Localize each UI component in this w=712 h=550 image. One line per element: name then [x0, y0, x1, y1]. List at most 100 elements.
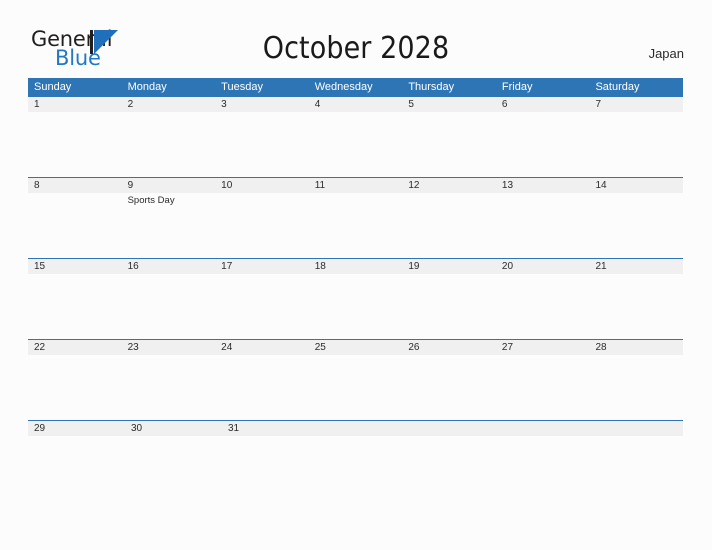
calendar-grid: Sunday Monday Tuesday Wednesday Thursday… — [28, 78, 683, 501]
day-events[interactable] — [496, 193, 590, 258]
day-cell[interactable]: 27 — [496, 340, 590, 355]
day-number: 12 — [408, 180, 420, 191]
day-events[interactable] — [215, 112, 309, 177]
day-cell[interactable]: 9 — [122, 178, 216, 193]
day-cell[interactable]: 4 — [309, 97, 403, 112]
calendar-page: General Blue October 2028 Japan Sunday M… — [0, 0, 712, 550]
day-number: 20 — [501, 261, 514, 272]
day-events[interactable] — [309, 274, 403, 339]
day-number: 2 — [127, 99, 134, 110]
weekday-saturday: Saturday — [595, 81, 640, 93]
week-event-band — [28, 112, 683, 177]
day-number: 17 — [221, 261, 233, 272]
week-date-band: 1 2 3 4 5 6 7 — [28, 97, 683, 112]
day-events[interactable] — [28, 436, 122, 501]
day-cell[interactable]: 13 — [496, 178, 590, 193]
day-events[interactable] — [589, 112, 683, 177]
weekday-friday: Friday — [501, 81, 533, 93]
day-events[interactable] — [589, 355, 683, 420]
day-cell[interactable]: 1 — [28, 97, 122, 112]
day-events[interactable] — [122, 112, 216, 177]
event-label: Sports Day — [127, 195, 175, 206]
day-cell[interactable]: 19 — [402, 259, 496, 274]
day-cell[interactable]: 5 — [402, 97, 496, 112]
day-cell[interactable]: 18 — [309, 259, 403, 274]
day-events[interactable] — [215, 193, 309, 258]
day-cell[interactable]: 7 — [589, 97, 683, 112]
day-events[interactable] — [402, 355, 496, 420]
day-events[interactable] — [496, 355, 590, 420]
day-cell[interactable]: 3 — [215, 97, 309, 112]
day-number: 29 — [34, 423, 46, 434]
day-cell[interactable]: 16 — [122, 259, 216, 274]
day-number: 6 — [501, 99, 508, 110]
week-date-band: 22 23 24 25 26 27 28 — [28, 340, 683, 355]
day-number: 30 — [131, 423, 143, 434]
day-cell[interactable]: 20 — [496, 259, 590, 274]
day-number: 15 — [34, 261, 46, 272]
day-events[interactable] — [309, 112, 403, 177]
day-events[interactable] — [122, 436, 216, 501]
day-cell[interactable]: 29 — [28, 421, 125, 436]
day-events[interactable] — [28, 274, 122, 339]
day-events[interactable] — [496, 274, 590, 339]
week-row: 29 30 31 — [28, 420, 683, 501]
day-events[interactable] — [309, 193, 403, 258]
day-cell[interactable]: 24 — [215, 340, 309, 355]
day-number: 16 — [127, 261, 139, 272]
day-events[interactable] — [28, 355, 122, 420]
day-cell[interactable]: 17 — [215, 259, 309, 274]
day-number: 28 — [595, 342, 607, 353]
day-cell[interactable]: 15 — [28, 259, 122, 274]
week-event-band: Sports Day — [28, 193, 683, 258]
day-events[interactable] — [215, 436, 309, 501]
day-number: 31 — [228, 423, 240, 434]
day-events[interactable] — [28, 112, 122, 177]
day-number: 23 — [127, 342, 139, 353]
week-row: 15 16 17 18 19 20 21 — [28, 258, 683, 339]
day-cell[interactable]: 23 — [122, 340, 216, 355]
day-cell[interactable]: 26 — [402, 340, 496, 355]
day-cell[interactable]: 25 — [309, 340, 403, 355]
day-events[interactable] — [402, 274, 496, 339]
day-events[interactable] — [122, 274, 216, 339]
day-cell[interactable]: 8 — [28, 178, 122, 193]
day-events[interactable] — [215, 355, 309, 420]
day-events[interactable] — [28, 193, 122, 258]
day-events[interactable] — [215, 274, 309, 339]
day-number: 9 — [127, 180, 134, 191]
day-cell[interactable]: 10 — [215, 178, 309, 193]
week-date-band: 15 16 17 18 19 20 21 — [28, 259, 683, 274]
day-cell[interactable]: 14 — [589, 178, 683, 193]
day-cell[interactable]: 12 — [402, 178, 496, 193]
day-events[interactable] — [589, 274, 683, 339]
week-date-band: 8 9 10 11 12 13 14 — [28, 178, 683, 193]
day-events[interactable] — [309, 355, 403, 420]
day-events[interactable] — [589, 193, 683, 258]
day-cell[interactable]: 22 — [28, 340, 122, 355]
day-number: 13 — [501, 180, 514, 191]
day-number: 7 — [595, 99, 602, 110]
day-events[interactable] — [402, 193, 496, 258]
day-events[interactable] — [122, 355, 216, 420]
day-cell-empty — [592, 421, 683, 436]
day-cell[interactable]: 28 — [589, 340, 683, 355]
day-number: 22 — [34, 342, 46, 353]
day-events[interactable] — [496, 112, 590, 177]
day-number: 25 — [314, 342, 326, 353]
day-number: 26 — [408, 342, 420, 353]
day-cell[interactable]: 31 — [222, 421, 319, 436]
week-event-band — [28, 274, 683, 339]
day-number: 1 — [34, 99, 40, 110]
day-cell[interactable]: 30 — [125, 421, 222, 436]
day-cell[interactable]: 11 — [309, 178, 403, 193]
day-number: 18 — [314, 261, 326, 272]
day-cell[interactable]: 2 — [122, 97, 216, 112]
day-events[interactable] — [402, 112, 496, 177]
day-number: 27 — [501, 342, 514, 353]
day-cell-empty — [410, 421, 501, 436]
day-cell[interactable]: 6 — [496, 97, 590, 112]
day-events — [309, 436, 403, 501]
day-cell[interactable]: 21 — [589, 259, 683, 274]
day-events[interactable]: Sports Day — [122, 193, 216, 258]
